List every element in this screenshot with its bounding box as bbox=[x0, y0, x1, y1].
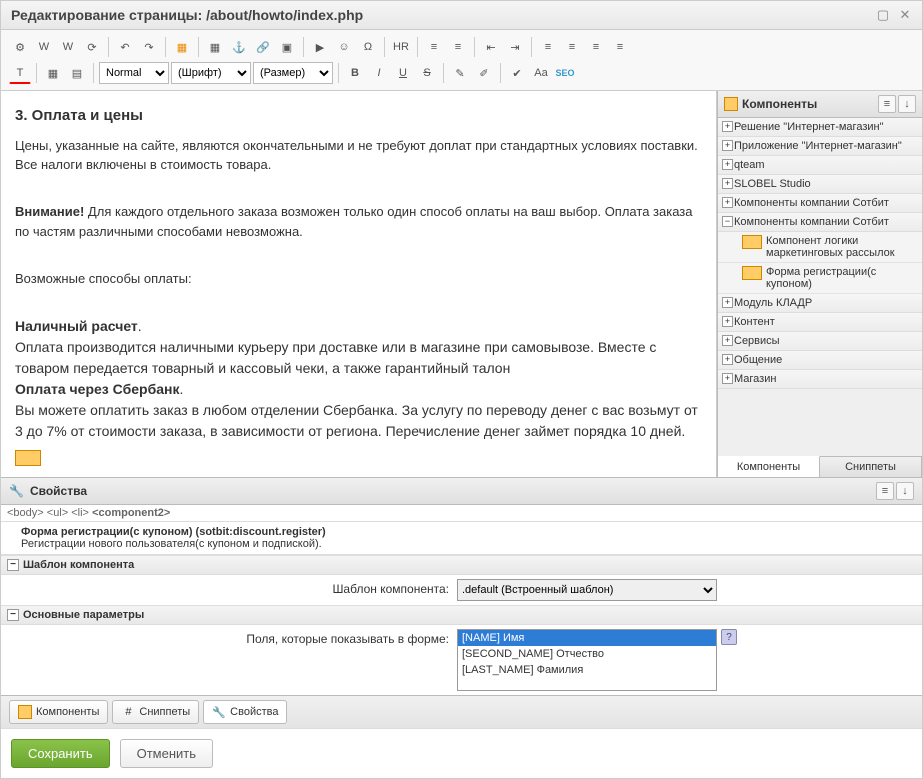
font-select[interactable]: (Шрифт) bbox=[171, 62, 251, 84]
outdent-icon[interactable]: ⇤ bbox=[480, 36, 502, 58]
image-icon[interactable]: ▣ bbox=[276, 36, 298, 58]
tree-item[interactable]: SLOBEL Studio bbox=[718, 175, 922, 194]
components-tree: Решение "Интернет-магазин"Приложение "Ин… bbox=[718, 118, 922, 456]
content-heading: 3. Оплата и цены bbox=[15, 105, 702, 128]
components-panel: Компоненты ≡ ↓ Решение "Интернет-магазин… bbox=[717, 91, 922, 477]
dom-breadcrumb[interactable]: <body> <ul> <li> <component2> bbox=[1, 505, 922, 522]
word-paste-icon[interactable]: W bbox=[57, 36, 79, 58]
refresh-icon[interactable]: ⟳ bbox=[81, 36, 103, 58]
wrench-icon: 🔧 bbox=[212, 705, 226, 719]
listbox-option[interactable]: [SECOND_NAME] Отчество bbox=[458, 646, 716, 662]
component-icon bbox=[742, 235, 762, 249]
listbox-option[interactable]: [LAST_NAME] Фамилия bbox=[458, 662, 716, 678]
smile-icon[interactable]: ☺ bbox=[333, 36, 355, 58]
text-color-icon[interactable]: T bbox=[9, 62, 31, 84]
tree-subitem[interactable]: Компонент логики маркетинговых рассылок bbox=[718, 232, 922, 263]
bottom-tab-bar: Компоненты # Сниппеты 🔧 Свойства bbox=[1, 695, 922, 728]
panel-menu-icon[interactable]: ≡ bbox=[878, 95, 896, 113]
undo-icon[interactable]: ↶ bbox=[114, 36, 136, 58]
help-icon[interactable]: ? bbox=[721, 629, 737, 645]
section-template[interactable]: Шаблон компонента bbox=[1, 555, 922, 575]
seo-icon[interactable]: SEO bbox=[554, 62, 576, 84]
section-main-params[interactable]: Основные параметры bbox=[1, 605, 922, 625]
window-close-icon[interactable]: ✕ bbox=[898, 8, 912, 22]
panel-collapse-icon[interactable]: ↓ bbox=[898, 95, 916, 113]
highlight-icon[interactable]: ▤ bbox=[66, 62, 88, 84]
content-paragraph: Наличный расчет. Оплата производится нал… bbox=[15, 316, 702, 442]
properties-panel: 🔧 Свойства ≡ ↓ <body> <ul> <li> <compone… bbox=[1, 477, 922, 695]
component-description: Форма регистрации(с купоном) (sotbit:dis… bbox=[1, 522, 922, 555]
italic-icon[interactable]: I bbox=[368, 62, 390, 84]
size-select[interactable]: (Размер) bbox=[253, 62, 333, 84]
tree-item[interactable]: Приложение "Интернет-магазин" bbox=[718, 137, 922, 156]
char-icon[interactable]: Ω bbox=[357, 36, 379, 58]
bottom-tab-properties[interactable]: 🔧 Свойства bbox=[203, 700, 287, 724]
component-icon bbox=[742, 266, 762, 280]
redo-icon[interactable]: ↷ bbox=[138, 36, 160, 58]
panel-collapse-icon[interactable]: ↓ bbox=[896, 482, 914, 500]
tree-item[interactable]: Контент bbox=[718, 313, 922, 332]
tree-item[interactable]: Магазин bbox=[718, 370, 922, 389]
window-title: Редактирование страницы: /about/howto/in… bbox=[11, 7, 363, 23]
save-button[interactable]: Сохранить bbox=[11, 739, 110, 768]
bottom-tab-components[interactable]: Компоненты bbox=[9, 700, 108, 724]
tree-item[interactable]: Решение "Интернет-магазин" bbox=[718, 118, 922, 137]
components-panel-title: Компоненты bbox=[742, 97, 817, 111]
tree-item[interactable]: Модуль КЛАДР bbox=[718, 294, 922, 313]
clear-format-icon[interactable]: ✎ bbox=[449, 62, 471, 84]
tree-item[interactable]: Общение bbox=[718, 351, 922, 370]
panel-menu-icon[interactable]: ≡ bbox=[876, 482, 894, 500]
spellcheck-icon[interactable]: ✔ bbox=[506, 62, 528, 84]
underline-icon[interactable]: U bbox=[392, 62, 414, 84]
fields-label: Поля, которые показывать в форме: bbox=[9, 629, 449, 646]
editor-toolbars: ⚙ W W ⟳ ↶ ↷ ▦ ▦ ⚓ 🔗 ▣ ▶ ☺ Ω HR ≡ ≡ ⇤ ⇥ bbox=[1, 30, 922, 91]
template-select[interactable]: .default (Встроенный шаблон) bbox=[457, 579, 717, 601]
align-left-icon[interactable]: ≡ bbox=[537, 36, 559, 58]
style-select[interactable]: Normal bbox=[99, 62, 169, 84]
bold-icon[interactable]: B bbox=[344, 62, 366, 84]
editor-content-area[interactable]: 3. Оплата и цены Цены, указанные на сайт… bbox=[1, 91, 717, 477]
properties-panel-title: Свойства bbox=[30, 484, 87, 498]
bottom-tab-snippets[interactable]: # Сниппеты bbox=[112, 700, 199, 724]
list-ul-icon[interactable]: ≡ bbox=[447, 36, 469, 58]
indent-icon[interactable]: ⇥ bbox=[504, 36, 526, 58]
strike-icon[interactable]: S bbox=[416, 62, 438, 84]
bg-color-icon[interactable]: ▦ bbox=[42, 62, 64, 84]
side-tab-snippets[interactable]: Сниппеты bbox=[820, 457, 922, 477]
listbox-option[interactable]: [NAME] Имя bbox=[458, 630, 716, 646]
wrench-icon: 🔧 bbox=[9, 484, 24, 498]
translit-icon[interactable]: Aa bbox=[530, 62, 552, 84]
align-right-icon[interactable]: ≡ bbox=[585, 36, 607, 58]
tree-item[interactable]: Компоненты компании Сотбит bbox=[718, 213, 922, 232]
link-icon[interactable]: 🔗 bbox=[252, 36, 274, 58]
content-paragraph: Цены, указанные на сайте, являются оконч… bbox=[15, 136, 702, 175]
align-center-icon[interactable]: ≡ bbox=[561, 36, 583, 58]
video-icon[interactable]: ▶ bbox=[309, 36, 331, 58]
content-warning: Внимание! Для каждого отдельного заказа … bbox=[15, 202, 702, 241]
component-placeholder-icon[interactable] bbox=[15, 450, 41, 466]
tree-item[interactable]: Сервисы bbox=[718, 332, 922, 351]
side-tab-components[interactable]: Компоненты bbox=[718, 456, 820, 477]
border-icon[interactable]: ▦ bbox=[171, 36, 193, 58]
marker-icon[interactable]: ✐ bbox=[473, 62, 495, 84]
components-icon bbox=[724, 97, 738, 111]
snippet-icon: # bbox=[121, 705, 135, 719]
window-titlebar: Редактирование страницы: /about/howto/in… bbox=[1, 1, 922, 30]
components-icon bbox=[18, 705, 32, 719]
list-ol-icon[interactable]: ≡ bbox=[423, 36, 445, 58]
window-maximize-icon[interactable]: ▢ bbox=[876, 8, 890, 22]
fields-listbox[interactable]: [NAME] Имя[SECOND_NAME] Отчество[LAST_NA… bbox=[457, 629, 717, 691]
align-justify-icon[interactable]: ≡ bbox=[609, 36, 631, 58]
table-icon[interactable]: ▦ bbox=[204, 36, 226, 58]
template-label: Шаблон компонента: bbox=[9, 579, 449, 596]
gear-icon[interactable]: ⚙ bbox=[9, 36, 31, 58]
hr-icon[interactable]: HR bbox=[390, 36, 412, 58]
content-paragraph: Возможные способы оплаты: bbox=[15, 269, 702, 289]
word-import-icon[interactable]: W bbox=[33, 36, 55, 58]
tree-item[interactable]: qteam bbox=[718, 156, 922, 175]
anchor-icon[interactable]: ⚓ bbox=[228, 36, 250, 58]
tree-item[interactable]: Компоненты компании Сотбит bbox=[718, 194, 922, 213]
cancel-button[interactable]: Отменить bbox=[120, 739, 213, 768]
tree-subitem[interactable]: Форма регистрации(с купоном) bbox=[718, 263, 922, 294]
